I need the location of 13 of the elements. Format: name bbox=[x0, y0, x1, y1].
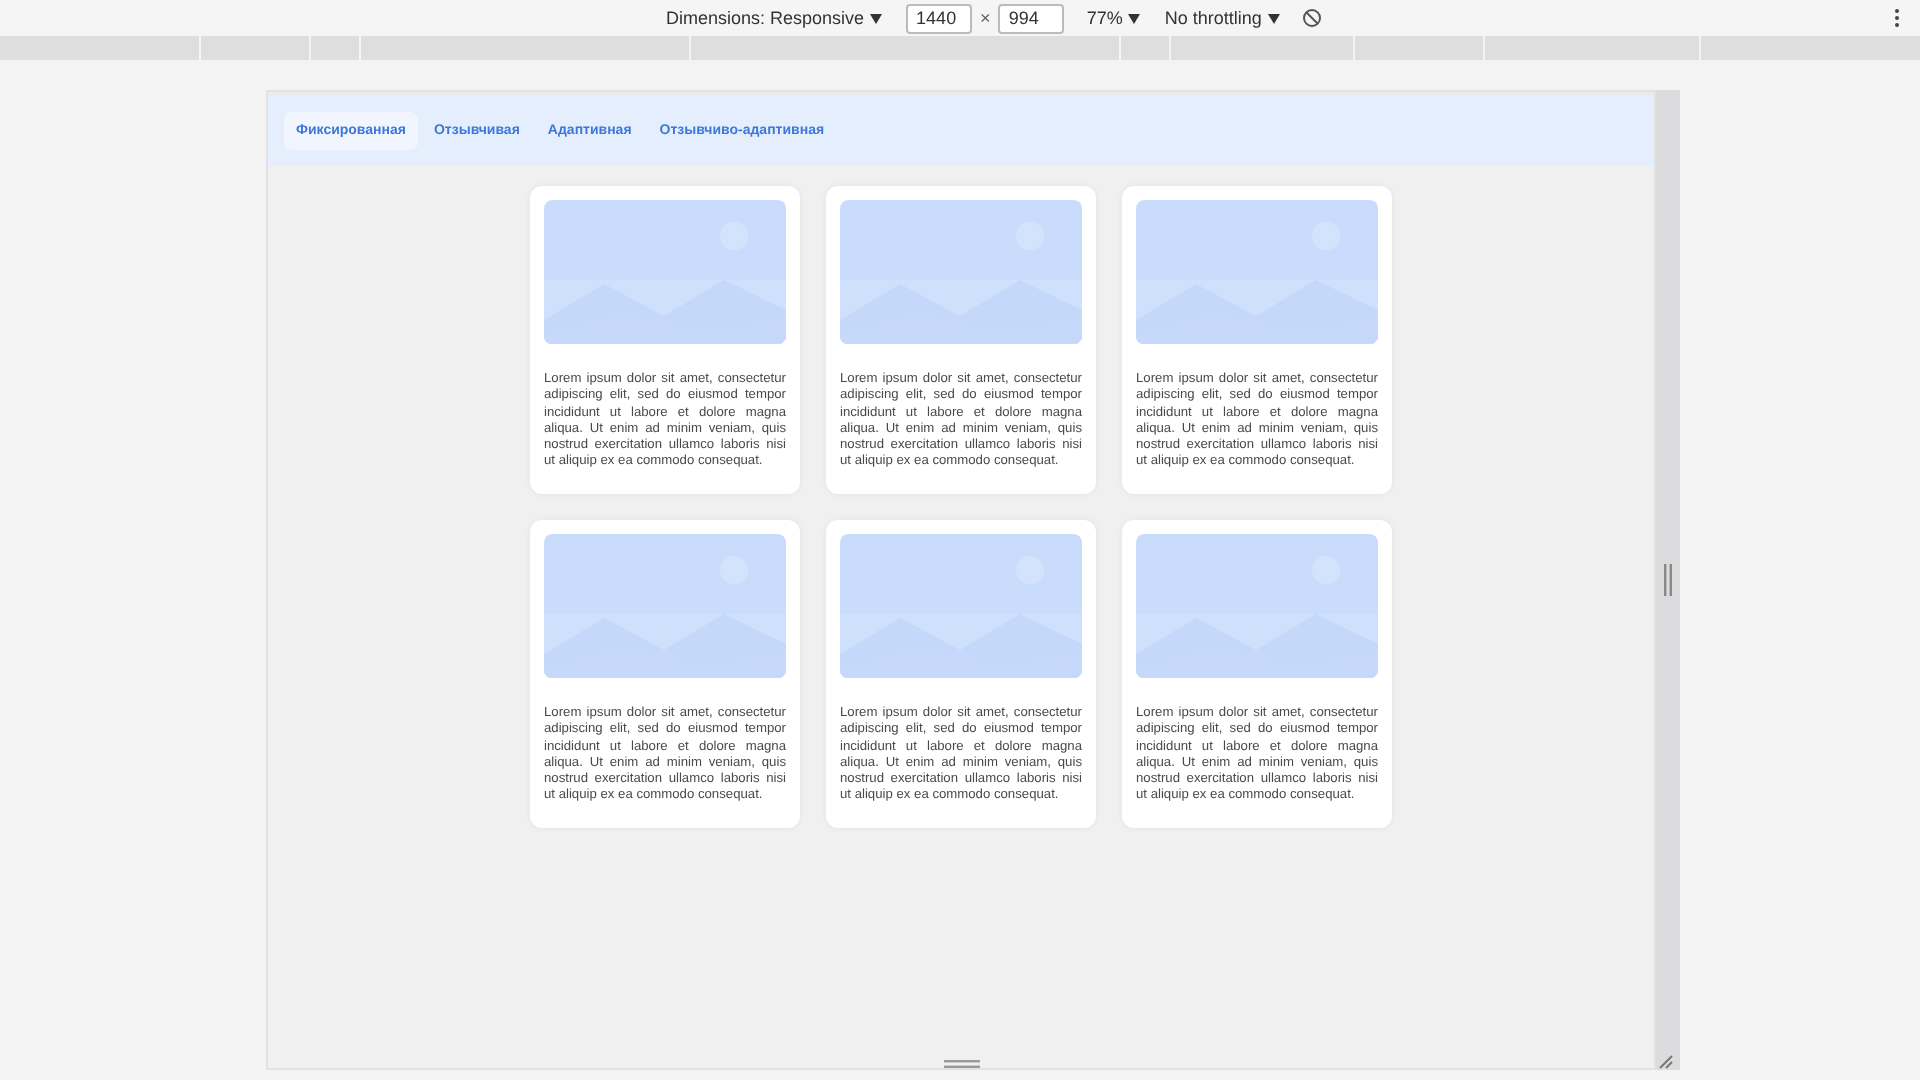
resize-handle[interactable] bbox=[1656, 90, 1680, 1070]
more-icon[interactable] bbox=[1894, 8, 1900, 28]
caret-icon bbox=[1128, 13, 1141, 23]
zoom-dropdown[interactable]: 77% bbox=[1086, 8, 1141, 28]
dimensions-dropdown[interactable]: Dimensions: Responsive bbox=[666, 8, 883, 28]
resize-corner-icon[interactable] bbox=[1658, 1054, 1674, 1070]
times-sign: × bbox=[980, 8, 991, 28]
height-field[interactable]: 994 bbox=[998, 3, 1065, 33]
throttling-dropdown[interactable]: No throttling bbox=[1164, 8, 1280, 28]
width-field[interactable]: 1440 bbox=[906, 3, 973, 33]
caret-icon bbox=[1267, 13, 1280, 23]
caret-icon bbox=[870, 13, 883, 23]
resize-handle-icon[interactable] bbox=[944, 1060, 980, 1068]
